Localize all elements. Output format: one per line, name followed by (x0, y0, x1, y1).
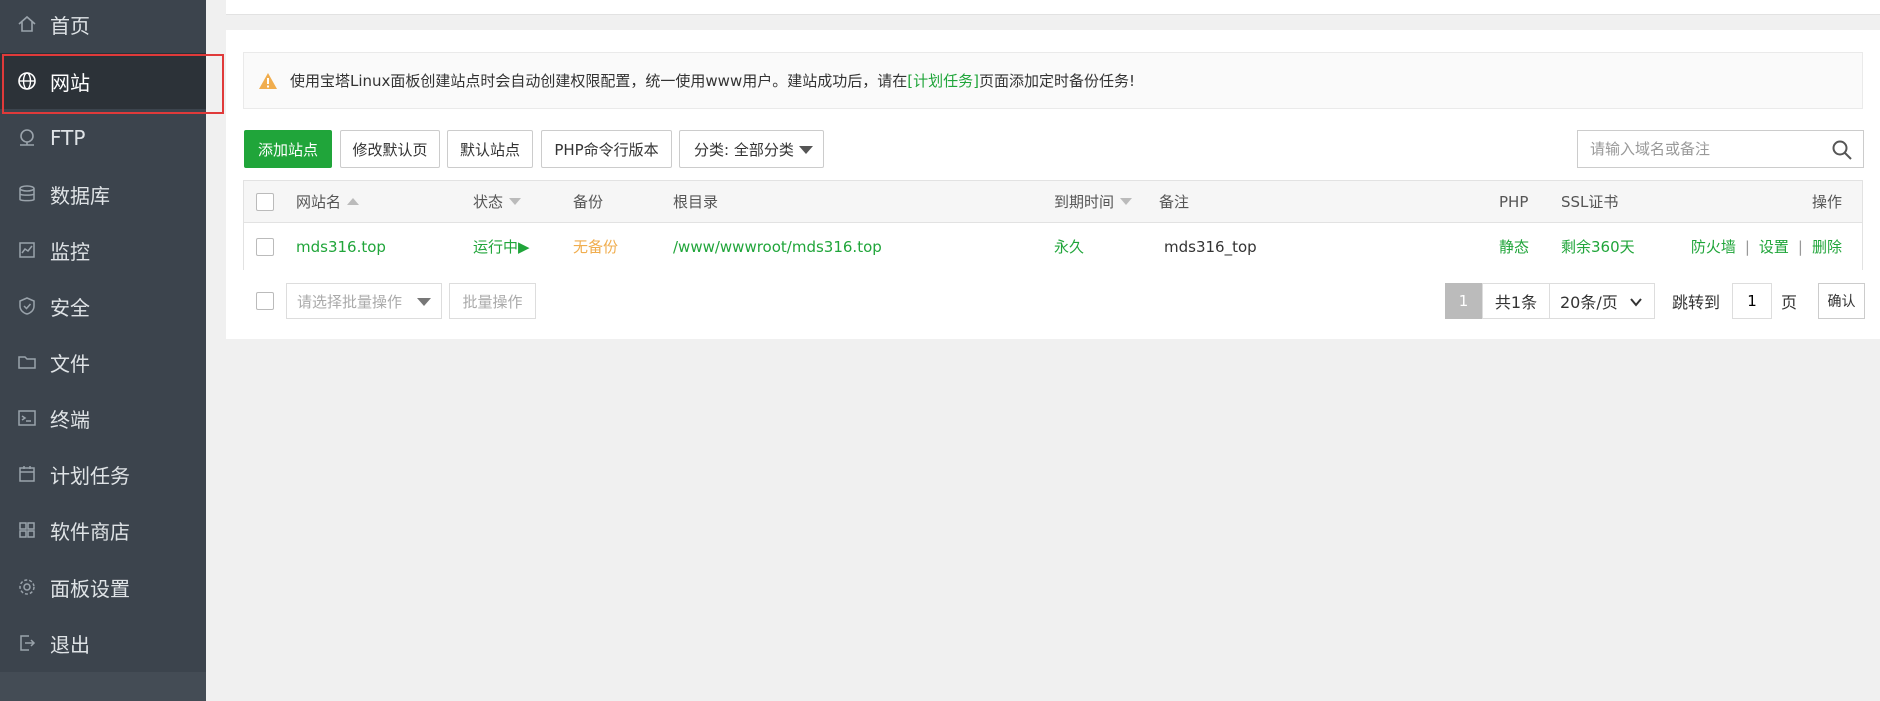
header-php: PHP (1499, 192, 1529, 211)
notice-text-prefix: 使用宝塔Linux面板创建站点时会自动创建权限配置，统一使用www用户。建站成功… (290, 72, 908, 90)
sidebar-item-home[interactable]: 首页 (0, 0, 206, 52)
search-input[interactable] (1588, 139, 1822, 159)
database-icon (16, 183, 38, 205)
batch-operation-select[interactable]: 请选择批量操作 (286, 283, 442, 319)
table-row: mds316.top 运行中▶ 无备份 /www/wwwroot/mds316.… (244, 223, 1862, 270)
action-separator: | (1744, 237, 1750, 256)
confirm-jump-button[interactable]: 确认 (1818, 283, 1865, 319)
calendar-icon (16, 463, 38, 485)
header-backup: 备份 (573, 193, 604, 211)
sidebar-item-cron[interactable]: 计划任务 (0, 446, 206, 502)
notice-text-suffix: 页面添加定时备份任务! (978, 72, 1135, 90)
site-name-link[interactable]: mds316.top (296, 223, 386, 270)
php-cli-version-button[interactable]: PHP命令行版本 (541, 130, 672, 168)
jump-to-label: 跳转到 (1672, 293, 1721, 312)
sidebar-item-files[interactable]: 文件 (0, 334, 206, 390)
sidebar-item-security[interactable]: 安全 (0, 278, 206, 334)
header-expire[interactable]: 到期时间 (1054, 181, 1133, 222)
add-site-button[interactable]: 添加站点 (244, 130, 332, 168)
page-size-select[interactable]: 20条/页 (1550, 283, 1655, 319)
firewall-action-link[interactable]: 防火墙 (1691, 236, 1736, 257)
table-header: 网站名 状态 备份 根目录 到期时间 备注 PHP SSL证书 操作 (244, 181, 1862, 223)
delete-action-link[interactable]: 删除 (1812, 236, 1842, 257)
site-status-toggle[interactable]: 运行中▶ (473, 223, 530, 270)
sidebar-item-label: 文件 (50, 351, 90, 376)
pagination-total: 共1条 (1482, 283, 1550, 319)
category-select-value: 分类: 全部分类 (694, 140, 794, 159)
settings-action-link[interactable]: 设置 (1759, 236, 1789, 257)
notice-cron-link[interactable]: [计划任务] (907, 70, 979, 91)
monitor-icon (16, 239, 38, 261)
sidebar-item-ftp[interactable]: FTP (0, 110, 206, 166)
sidebar-item-label: 退出 (50, 632, 90, 657)
header-status[interactable]: 状态 (473, 181, 522, 222)
site-table: 网站名 状态 备份 根目录 到期时间 备注 PHP SSL证书 操作 mds31… (243, 180, 1863, 270)
site-ssl-link[interactable]: 剩余360天 (1561, 223, 1635, 270)
sidebar-item-label: 首页 (50, 13, 90, 38)
header-root: 根目录 (673, 193, 719, 211)
page-size-value: 20条/页 (1560, 293, 1618, 312)
sidebar-item-monitor[interactable]: 监控 (0, 222, 206, 278)
action-separator: | (1797, 237, 1803, 256)
home-icon (16, 13, 38, 35)
batch-operation-button[interactable]: 批量操作 (449, 283, 536, 319)
default-site-button[interactable]: 默认站点 (447, 130, 533, 168)
caret-down-icon (799, 146, 813, 154)
row-checkbox[interactable] (256, 237, 274, 256)
globe-icon (16, 70, 38, 92)
top-card (226, 0, 1880, 15)
sidebar-item-label: 安全 (50, 295, 90, 320)
sidebar-item-terminal[interactable]: 终端 (0, 390, 206, 446)
pagination-current-page[interactable]: 1 (1445, 283, 1482, 319)
jump-page-input[interactable] (1732, 283, 1772, 319)
batch-operation-placeholder: 请选择批量操作 (297, 292, 403, 311)
sidebar-footer (0, 672, 206, 701)
caret-down-icon (417, 298, 431, 306)
batch-select-all-checkbox[interactable] (256, 292, 274, 310)
shield-icon (16, 295, 38, 317)
sort-asc-icon (347, 198, 360, 205)
sidebar-item-panel-settings[interactable]: 面板设置 (0, 559, 206, 615)
sidebar-item-database[interactable]: 数据库 (0, 166, 206, 222)
chevron-down-icon (1630, 298, 1642, 307)
sidebar-item-label: 面板设置 (50, 576, 130, 601)
sidebar-item-website[interactable]: 网站 (0, 53, 206, 109)
sort-desc-icon (1120, 198, 1133, 205)
site-expire-link[interactable]: 永久 (1054, 223, 1084, 270)
header-actions: 操作 (1811, 193, 1842, 211)
sort-desc-icon (509, 198, 522, 205)
sidebar-item-label: 数据库 (50, 183, 110, 208)
gear-icon (16, 576, 38, 598)
header-remark: 备注 (1159, 193, 1190, 211)
notice-banner: 使用宝塔Linux面板创建站点时会自动创建权限配置，统一使用www用户。建站成功… (243, 52, 1863, 109)
sidebar-item-logout[interactable]: 退出 (0, 615, 206, 671)
sidebar-item-label: FTP (50, 126, 86, 150)
apps-icon (16, 519, 38, 541)
sidebar-item-label: 终端 (50, 407, 90, 432)
sidebar-item-label: 监控 (50, 239, 90, 264)
sidebar-item-label: 软件商店 (50, 519, 130, 544)
site-remark[interactable]: mds316_top (1164, 223, 1257, 270)
select-all-checkbox[interactable] (256, 192, 274, 211)
site-search (1577, 130, 1864, 168)
category-select[interactable]: 分类: 全部分类 (679, 130, 824, 168)
site-actions: 防火墙 | 设置 | 删除 (1691, 223, 1842, 270)
site-root-link[interactable]: /www/wwwroot/mds316.top (673, 223, 882, 270)
sidebar-item-label: 计划任务 (50, 463, 130, 488)
logout-icon (16, 632, 38, 654)
terminal-icon (16, 407, 38, 429)
site-php-link[interactable]: 静态 (1499, 223, 1529, 270)
site-backup-link[interactable]: 无备份 (573, 223, 618, 270)
search-icon[interactable] (1831, 139, 1853, 161)
header-ssl: SSL证书 (1561, 193, 1619, 211)
page-unit-label: 页 (1781, 293, 1798, 312)
sidebar-item-label: 网站 (50, 70, 90, 95)
ftp-icon (16, 127, 38, 149)
sidebar-item-app-store[interactable]: 软件商店 (0, 502, 206, 558)
sidebar: 首页 网站 FTP 数据库 监控 安全 文件 终端 计划任务 软件商店 面板设置… (0, 0, 206, 701)
edit-default-page-button[interactable]: 修改默认页 (340, 130, 440, 168)
warning-icon (259, 72, 277, 89)
header-name[interactable]: 网站名 (296, 181, 360, 222)
folder-icon (16, 351, 38, 373)
